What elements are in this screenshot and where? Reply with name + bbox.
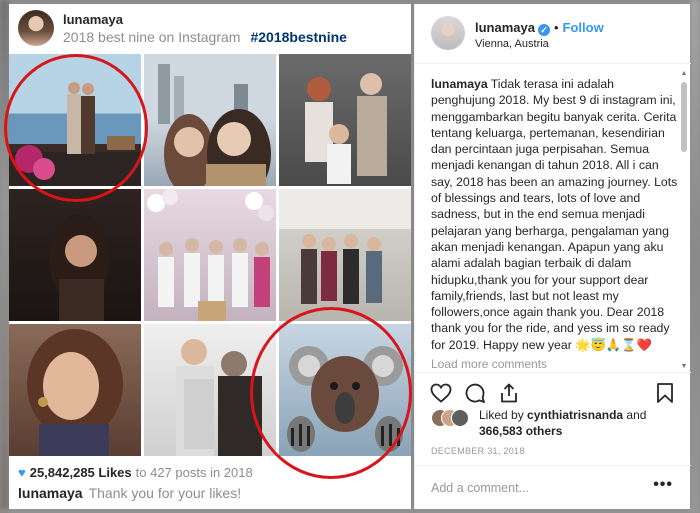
avatar	[18, 10, 54, 46]
follow-button[interactable]: Follow	[563, 20, 604, 35]
grid-photo-9	[279, 324, 411, 456]
post-date[interactable]: DECEMBER 31, 2018	[431, 446, 525, 456]
liked-by-user[interactable]: cynthiatrisnanda	[527, 408, 623, 422]
thanks-line: lunamaya Thank you for your likes!	[18, 485, 241, 501]
sidebar-username[interactable]: lunamaya	[475, 20, 535, 35]
post-subtitle: 2018 best nine on Instagram #2018bestnine	[63, 29, 347, 45]
comment-icon	[465, 383, 485, 403]
more-options-icon[interactable]: •••	[653, 476, 673, 494]
post-header: lunamaya 2018 best nine on Instagram #201…	[9, 4, 411, 54]
liker-avatars	[431, 409, 475, 427]
likes-count: 25,842,285 Likes	[29, 465, 132, 480]
photo-family-group	[305, 73, 387, 184]
grid-photo-4	[9, 189, 141, 321]
comment-box: •••	[415, 465, 691, 509]
caption-scrollbar[interactable]: ▲ ▼	[680, 70, 688, 370]
save-button[interactable]	[653, 381, 677, 405]
heart-icon: ♥	[18, 465, 26, 480]
post-footer: ♥ 25,842,285 Likes to 427 posts in 2018 lu…	[9, 459, 411, 509]
bookmark-icon	[657, 383, 673, 403]
scroll-down-arrow-icon[interactable]: ▼	[680, 363, 688, 370]
photo-couple-sea	[9, 82, 141, 186]
photo-hug	[176, 339, 262, 456]
comment-button[interactable]	[463, 381, 487, 405]
grid-photo-7	[9, 324, 141, 456]
grid-photo-2	[144, 54, 276, 186]
subtitle-text: 2018 best nine on Instagram	[63, 29, 241, 45]
grid-photo-1	[9, 54, 141, 186]
location-link[interactable]: Vienna, Austria	[475, 38, 549, 50]
post-username: lunamaya	[63, 12, 123, 27]
photo-city-selfie	[158, 64, 271, 186]
action-bar	[415, 372, 691, 412]
avatar[interactable]	[431, 16, 465, 50]
separator-dot: •	[553, 20, 559, 35]
liked-by-prefix: Liked by	[479, 408, 524, 422]
sidebar-username-row: lunamaya ✓ • Follow	[475, 20, 604, 36]
photo-group-mall	[279, 189, 411, 304]
share-icon	[501, 383, 517, 403]
avatar	[451, 409, 469, 427]
thanks-user: lunamaya	[18, 485, 83, 501]
hashtag: #2018bestnine	[250, 29, 347, 45]
share-button[interactable]	[497, 381, 521, 405]
post-image-panel: lunamaya 2018 best nine on Instagram #201…	[9, 4, 411, 509]
caption-username[interactable]: lunamaya	[431, 77, 488, 91]
likes-suffix: to 427 posts in 2018	[135, 465, 253, 480]
heart-icon	[430, 383, 452, 403]
photo-glam-portrait	[27, 329, 123, 456]
grid-photo-5	[144, 189, 276, 321]
post-sidebar: lunamaya ✓ • Follow Vienna, Austria lunamay…	[414, 4, 691, 509]
caption-text: Tidak terasa ini adalah penghujung 2018.…	[431, 77, 678, 352]
load-more-comments[interactable]: Load more comments	[431, 357, 548, 371]
grid-photo-3	[279, 54, 411, 186]
likes-summary: ♥ 25,842,285 Likes to 427 posts in 2018	[18, 465, 253, 480]
scroll-thumb[interactable]	[681, 82, 687, 152]
liked-by-and: and	[626, 408, 647, 422]
liked-by: Liked by cynthiatrisnanda and 366,583 ot…	[431, 407, 681, 439]
liked-by-text: Liked by cynthiatrisnanda and 366,583 ot…	[479, 407, 681, 439]
verified-badge-icon: ✓	[537, 24, 550, 36]
scroll-up-arrow-icon[interactable]: ▲	[680, 70, 688, 77]
thanks-text: Thank you for your likes!	[88, 485, 242, 501]
photo-koala-filter	[287, 346, 403, 452]
comment-input[interactable]	[431, 478, 641, 498]
grid-photo-6	[279, 189, 411, 321]
like-button[interactable]	[429, 381, 453, 405]
best-nine-grid	[9, 54, 411, 459]
caption: lunamaya Tidak terasa ini adalah penghuju…	[431, 76, 681, 366]
sidebar-header: lunamaya ✓ • Follow Vienna, Austria	[415, 4, 691, 64]
photo-party	[147, 189, 274, 321]
liked-by-others[interactable]: 366,583 others	[479, 424, 562, 438]
photo-portrait-dark	[49, 214, 109, 321]
grid-photo-8	[144, 324, 276, 456]
